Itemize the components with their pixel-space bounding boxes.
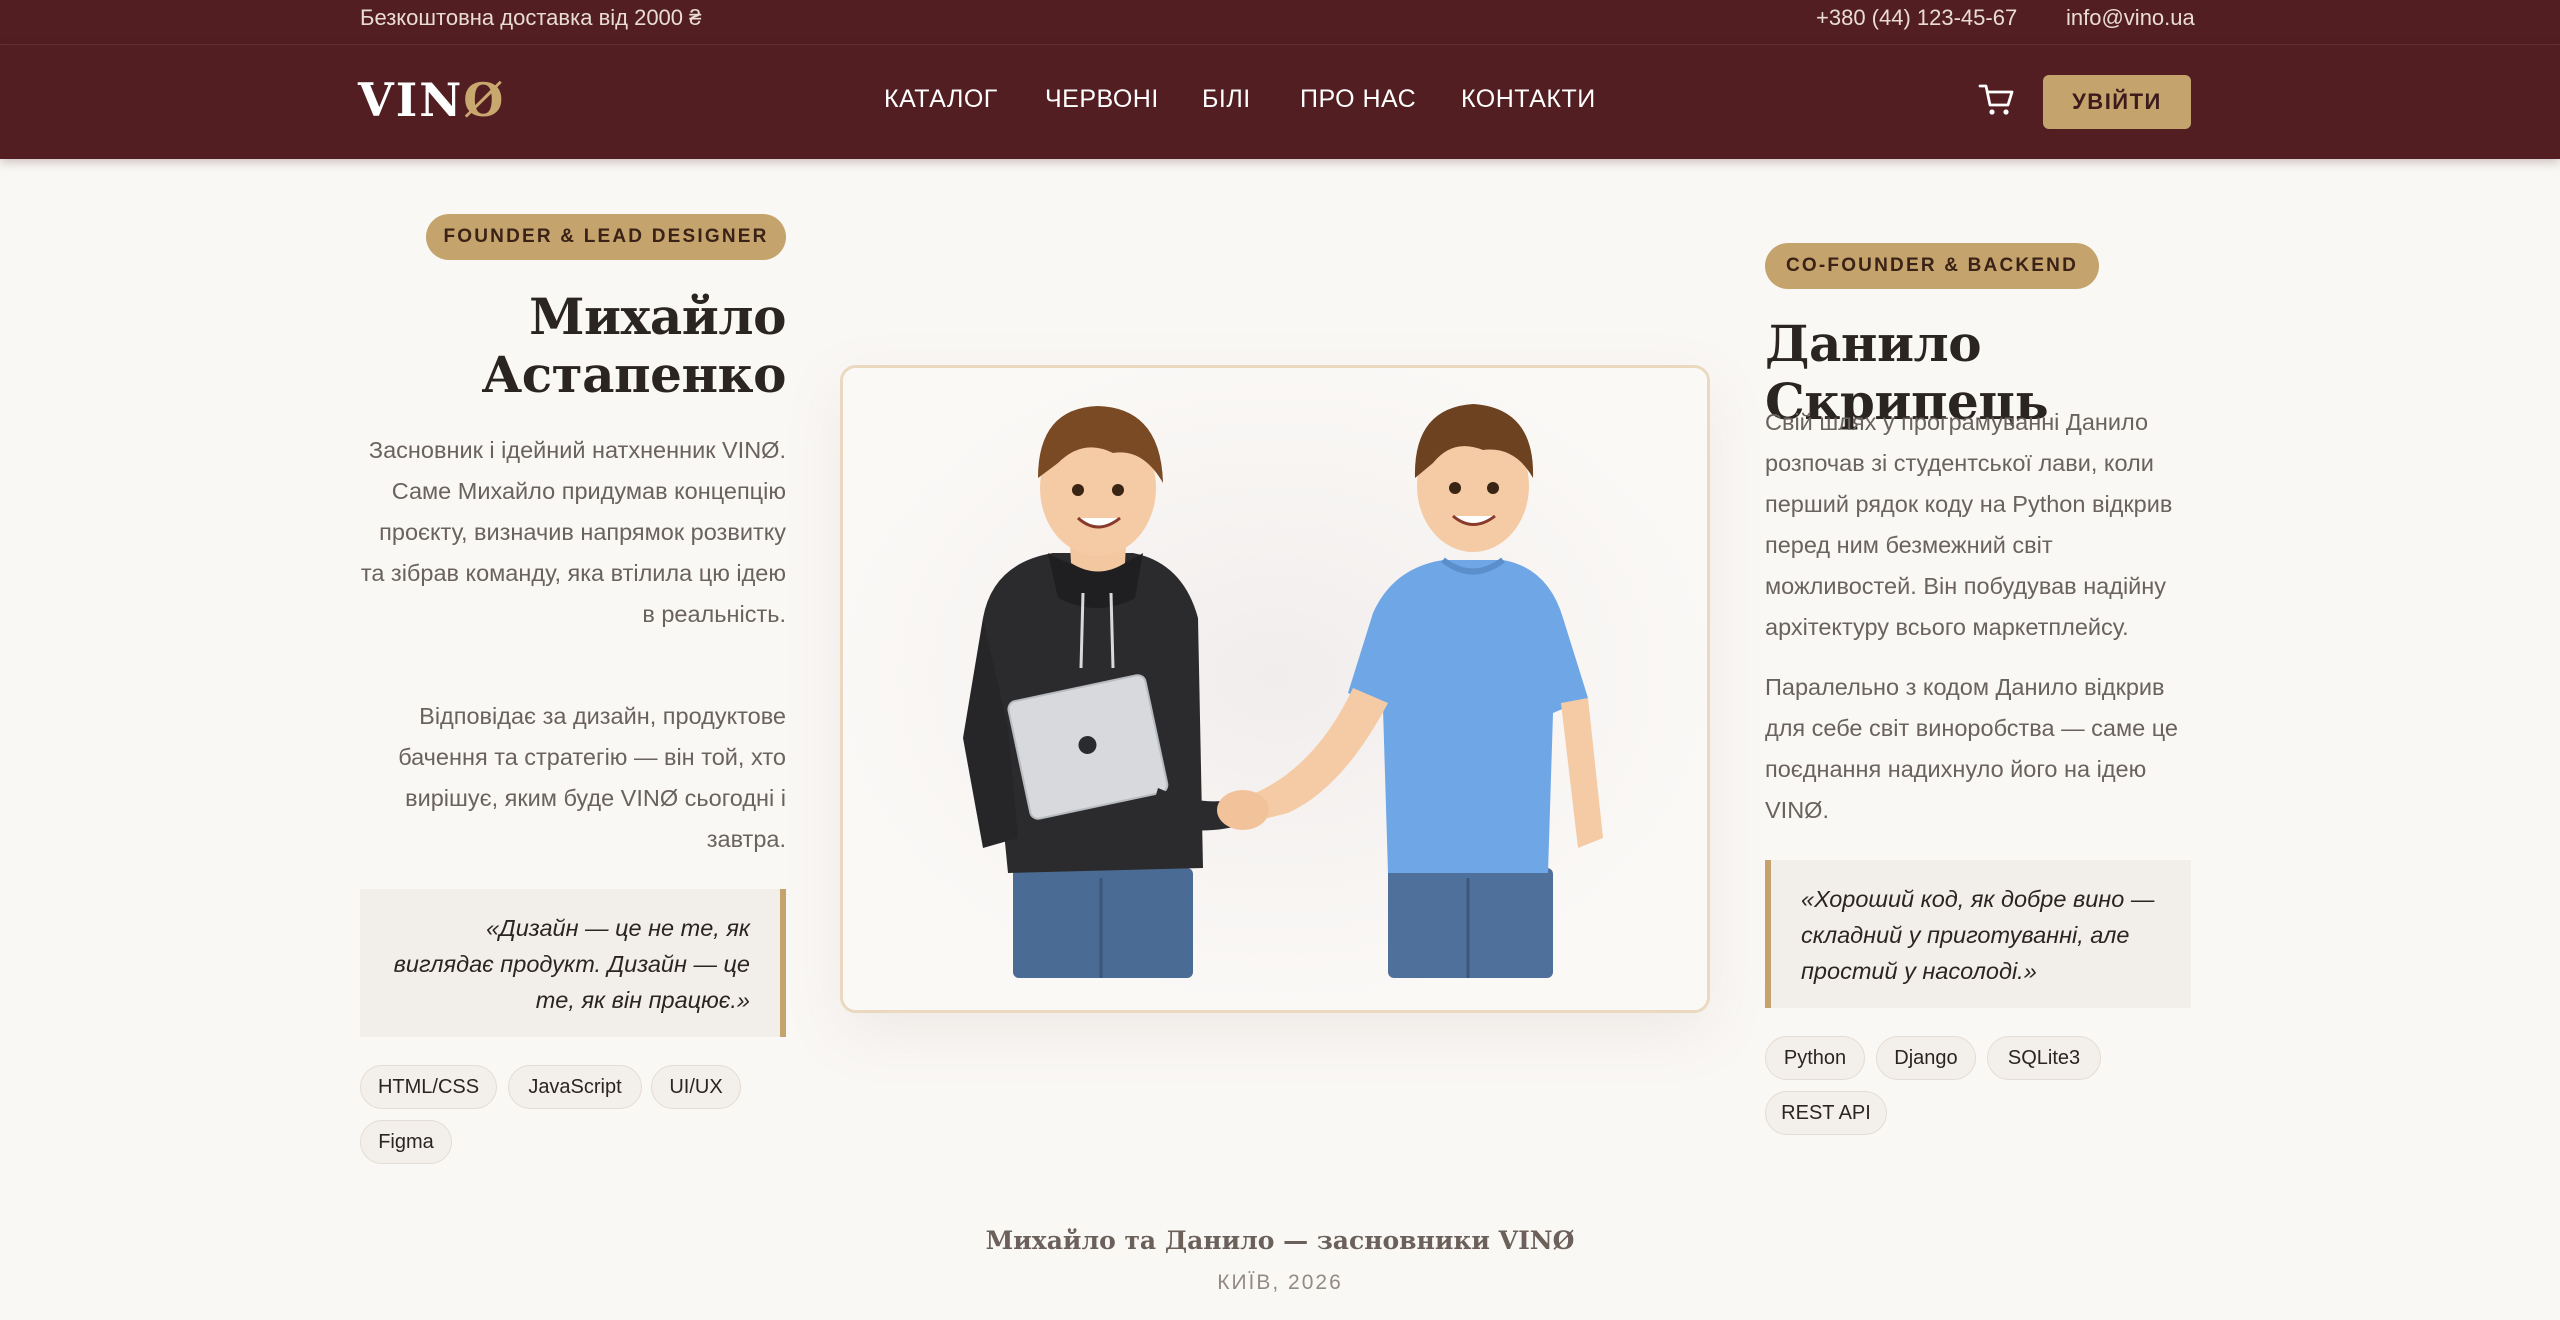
founder-quote: «Хороший код, як добре вино — складний у…: [1765, 860, 2191, 1008]
skill-tag: Python: [1765, 1036, 1865, 1080]
founder-quote: «Дизайн — це не те, як виглядає продукт.…: [360, 889, 786, 1037]
skill-tag: Figma: [360, 1120, 452, 1164]
name-line-last: Астапенко: [481, 345, 786, 404]
nav-contacts[interactable]: КОНТАКТИ: [1461, 85, 1596, 114]
skill-tag: REST API: [1765, 1091, 1887, 1135]
main-navbar: VINØ КАТАЛОГ ЧЕРВОНІ БІЛІ ПРО НАС КОНТАК…: [0, 45, 2560, 159]
quote-text: «Хороший код, як добре вино — складний у…: [1801, 886, 2155, 984]
skill-tag: UI/UX: [651, 1065, 741, 1109]
founders-illustration-card: [840, 365, 1710, 1013]
nav-white-wines[interactable]: БІЛІ: [1202, 85, 1251, 114]
bio-paragraph-1: Свій шлях у програмуванні Данило розпоча…: [1765, 409, 2173, 640]
role-badge-cofounder: CO-FOUNDER & BACKEND: [1765, 243, 2099, 289]
nav-red-wines[interactable]: ЧЕРВОНІ: [1045, 85, 1159, 114]
skill-tag: Django: [1876, 1036, 1976, 1080]
login-button[interactable]: УВІЙТИ: [2043, 75, 2191, 129]
logo-accent: Ø: [463, 73, 506, 127]
nav-catalog[interactable]: КАТАЛОГ: [884, 85, 998, 114]
skill-tag: JavaScript: [508, 1065, 642, 1109]
site-logo[interactable]: VINØ: [358, 73, 505, 127]
top-info-bar: Безкоштовна доставка від 2000 ₴ +380 (44…: [0, 0, 2560, 44]
bio-paragraph-1: Засновник і ідейний натхненник VINØ. Сам…: [360, 437, 786, 627]
caption-location-year: КИЇВ, 2026: [1217, 1271, 1343, 1294]
name-line-first: Михайло: [529, 287, 786, 346]
bio-paragraph-2: Паралельно з кодом Данило відкрив для се…: [1765, 674, 2178, 823]
bio-paragraph-2: Відповідає за дизайн, продуктове бачення…: [398, 703, 786, 852]
skill-tag: HTML/CSS: [360, 1065, 497, 1109]
founder-name-mykhailo: Михайло Астапенко: [360, 288, 786, 404]
illustration-caption: Михайло та Данило — засновники VINØ: [985, 1226, 1575, 1255]
email-link[interactable]: info@vino.ua: [2066, 5, 2195, 31]
cart-icon[interactable]: [1978, 83, 2016, 117]
skill-tag: SQLite3: [1987, 1036, 2101, 1080]
logo-text: VIN: [358, 73, 464, 127]
nav-about[interactable]: ПРО НАС: [1300, 85, 1416, 114]
quote-text: «Дизайн — це не те, як виглядає продукт.…: [393, 915, 750, 1013]
founders-handshake-illustration: [843, 368, 1707, 1010]
phone-link[interactable]: +380 (44) 123-45-67: [1816, 5, 2017, 31]
free-shipping-notice: Безкоштовна доставка від 2000 ₴: [360, 5, 702, 30]
role-badge-founder: FOUNDER & LEAD DESIGNER: [426, 214, 786, 260]
